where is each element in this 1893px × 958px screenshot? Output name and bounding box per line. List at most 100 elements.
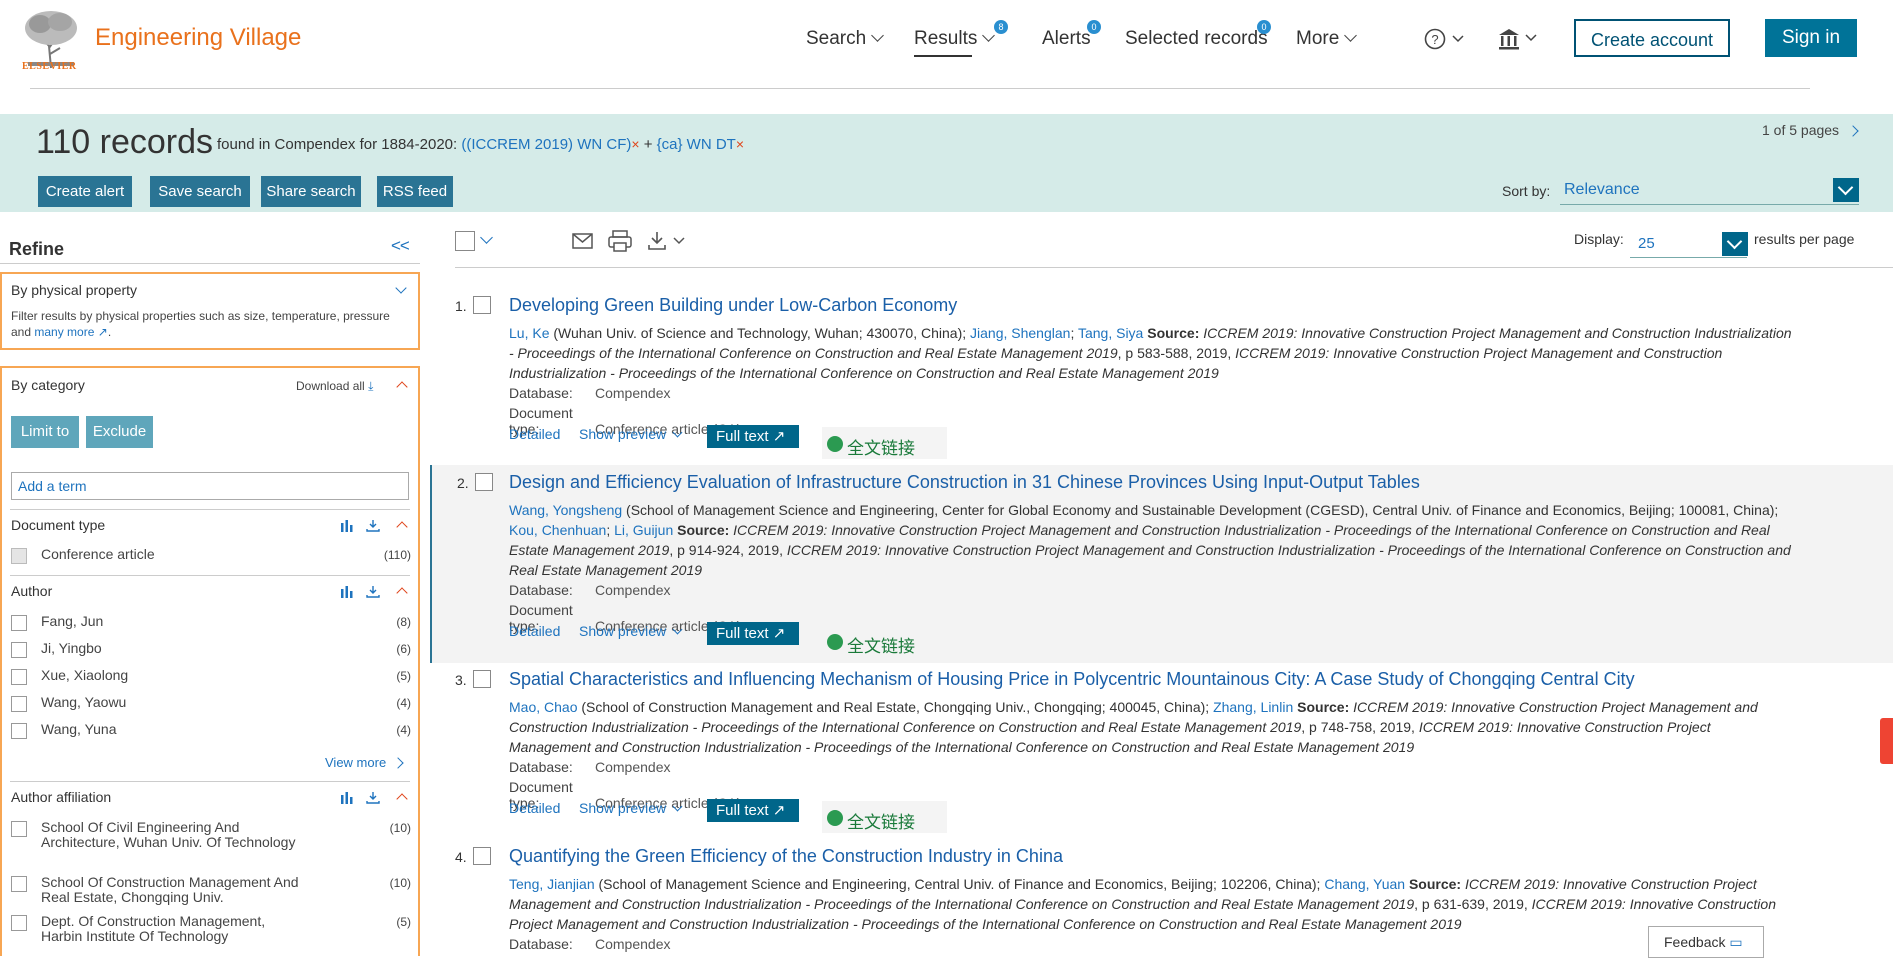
sign-in-button[interactable]: Sign in [1765,19,1857,57]
facet-item[interactable]: Wang, Yuna (4) [11,722,411,742]
print-icon[interactable] [608,230,632,252]
nav-search[interactable]: Search [806,28,885,50]
result-title[interactable]: Design and Efficiency Evaluation of Infr… [509,472,1420,493]
facet-checkbox[interactable] [11,821,27,837]
facet-item[interactable]: Conference article (110) [11,547,411,567]
rss-feed-button[interactable]: RSS feed [377,176,453,207]
results-count-badge: 8 [994,20,1008,34]
feedback-button[interactable]: Feedback ▭ [1648,926,1764,958]
query-term-link[interactable]: {ca} WN DT [657,136,736,153]
email-icon[interactable] [572,232,594,250]
download-icon[interactable] [366,792,380,804]
collapse-sidebar-link[interactable]: << [391,236,410,256]
facet-item[interactable]: School Of Civil Engineering And Architec… [11,820,411,868]
add-term-input[interactable]: Add a term [11,472,409,500]
facet-item[interactable]: Fang, Jun (8) [11,614,411,634]
facet-checkbox[interactable] [11,548,27,564]
bar-chart-icon[interactable] [340,586,354,598]
view-more-link[interactable]: View more [325,755,404,771]
active-tab-underline [914,55,972,57]
exclude-button[interactable]: Exclude [86,416,153,448]
result-checkbox[interactable] [475,473,493,491]
cn-fulltext-link[interactable]: 全文链接 [822,801,947,833]
chevron-right-icon [392,757,404,769]
download-icon[interactable] [366,520,380,532]
nav-more[interactable]: More [1296,28,1358,50]
select-all-checkbox[interactable] [455,231,475,251]
facet-item[interactable]: Xue, Xiaolong (5) [11,668,411,688]
facet-checkbox[interactable] [11,642,27,658]
cn-fulltext-link[interactable]: 全文链接 [822,427,947,459]
show-preview-link[interactable]: Show preview [579,426,683,442]
save-search-button[interactable]: Save search [150,176,250,207]
show-preview-link[interactable]: Show preview [579,800,683,816]
result-title[interactable]: Quantifying the Green Efficiency of the … [509,846,1063,867]
download-all-link[interactable]: Download all ⤓ [296,378,373,394]
chat-icon: ▭ [1729,934,1743,950]
chevron-down-icon [871,29,885,42]
display-dropdown-button[interactable] [1722,232,1748,256]
full-text-button[interactable]: Full text ↗ [707,622,799,645]
chevron-right-icon [1847,125,1859,137]
detailed-link[interactable]: Detailed [509,800,560,816]
download-icon[interactable] [366,586,380,598]
side-widget-tab[interactable] [1880,718,1893,764]
share-search-button[interactable]: Share search [261,176,361,207]
link-icon [827,634,843,650]
nav-results[interactable]: Results [914,28,996,50]
show-preview-link[interactable]: Show preview [579,623,683,639]
sort-select[interactable]: Relevance [1564,181,1640,199]
bar-chart-icon[interactable] [340,520,354,532]
result-checkbox[interactable] [473,847,491,865]
remove-query-icon[interactable]: × [736,136,744,152]
create-alert-button[interactable]: Create alert [38,176,132,207]
facet-item[interactable]: Wang, Yaowu (4) [11,695,411,715]
brand-name[interactable]: Engineering Village [95,24,301,52]
display-count-select[interactable]: 25 [1638,235,1655,252]
detailed-link[interactable]: Detailed [509,623,560,639]
result-title[interactable]: Developing Green Building under Low-Carb… [509,295,957,316]
many-more-link[interactable]: many more [34,325,94,339]
create-account-button[interactable]: Create account [1574,19,1730,57]
facet-checkbox[interactable] [11,615,27,631]
facet-item[interactable]: School Of Construction Management And Re… [11,875,411,907]
help-icon[interactable]: ? [1424,28,1470,52]
full-text-button[interactable]: Full text ↗ [707,425,799,448]
result-checkbox[interactable] [473,670,491,688]
nav-selected-records[interactable]: Selected records [1125,28,1268,50]
facet-item[interactable]: Dept. Of Construction Management, Harbin… [11,914,411,946]
external-link-icon: ↗ [772,625,786,642]
result-checkbox[interactable] [473,296,491,314]
result-authors-source: Teng, Jianjian (School of Management Sci… [509,876,1776,932]
top-header: Engineering Village ELSEVIER Search Resu… [0,0,1893,80]
facet-checkbox[interactable] [11,723,27,739]
bar-chart-icon[interactable] [340,792,354,804]
result-title[interactable]: Spatial Characteristics and Influencing … [509,669,1635,690]
physical-property-heading[interactable]: By physical property [11,282,137,298]
facet-checkbox[interactable] [11,696,27,712]
institution-icon[interactable] [1497,27,1543,51]
result-number: 1. [455,298,467,314]
facet-checkbox[interactable] [11,915,27,931]
chevron-down-icon [672,427,683,438]
facet-checkbox[interactable] [11,669,27,685]
category-heading: By category [11,377,85,393]
selected-count-badge: 0 [1257,20,1271,34]
divider [10,509,410,510]
detailed-link[interactable]: Detailed [509,426,560,442]
chevron-down-icon[interactable] [480,231,493,244]
refine-heading: Refine [9,239,65,259]
external-link-icon: ↗ [97,325,108,339]
sort-dropdown-button[interactable] [1833,178,1859,202]
nav-alerts[interactable]: Alerts [1042,28,1091,50]
page-indicator[interactable]: 1 of 5 pages [1762,122,1859,138]
svg-text:?: ? [1431,32,1438,47]
download-icon[interactable] [648,231,692,251]
remove-query-icon[interactable]: × [631,136,639,152]
facet-checkbox[interactable] [11,876,27,892]
full-text-button[interactable]: Full text ↗ [707,799,799,822]
query-term-link[interactable]: ((ICCREM 2019) WN CF) [461,136,631,153]
limit-to-button[interactable]: Limit to [11,416,79,448]
cn-fulltext-link[interactable]: 全文链接 [822,625,947,657]
facet-item[interactable]: Ji, Yingbo (6) [11,641,411,661]
